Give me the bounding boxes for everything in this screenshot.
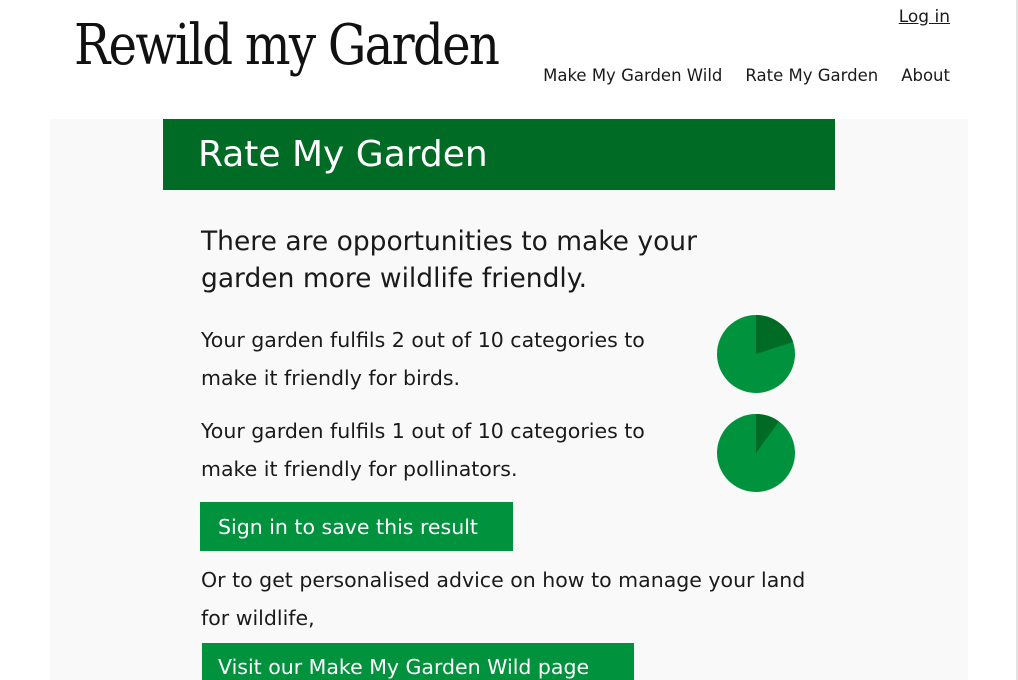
page-title: Rate My Garden — [198, 134, 488, 175]
visit-make-my-garden-wild-button[interactable]: Visit our Make My Garden Wild page — [202, 643, 634, 680]
nav-rate-my-garden[interactable]: Rate My Garden — [745, 66, 878, 85]
page-title-banner: Rate My Garden — [163, 119, 835, 190]
nav-about[interactable]: About — [901, 66, 950, 85]
pollinators-result-text: Your garden fulfils 1 out of 10 categori… — [201, 419, 645, 481]
main-panel: Rate My Garden There are opportunities t… — [50, 119, 968, 680]
advice-text: Or to get personalised advice on how to … — [201, 568, 806, 630]
main-nav: Make My Garden Wild Rate My Garden About — [543, 66, 950, 85]
page: Rewild my Garden Log in Make My Garden W… — [0, 0, 1018, 680]
birds-result-text: Your garden fulfils 2 out of 10 categori… — [201, 328, 645, 390]
login-link[interactable]: Log in — [899, 7, 950, 27]
sign-in-save-button[interactable]: Sign in to save this result — [200, 502, 513, 551]
pollinators-score-pie — [717, 414, 795, 492]
birds-score-pie — [717, 315, 795, 393]
result-headline: There are opportunities to make your gar… — [201, 226, 697, 294]
nav-make-my-garden-wild[interactable]: Make My Garden Wild — [543, 66, 722, 85]
site-logo[interactable]: Rewild my Garden — [74, 18, 500, 74]
